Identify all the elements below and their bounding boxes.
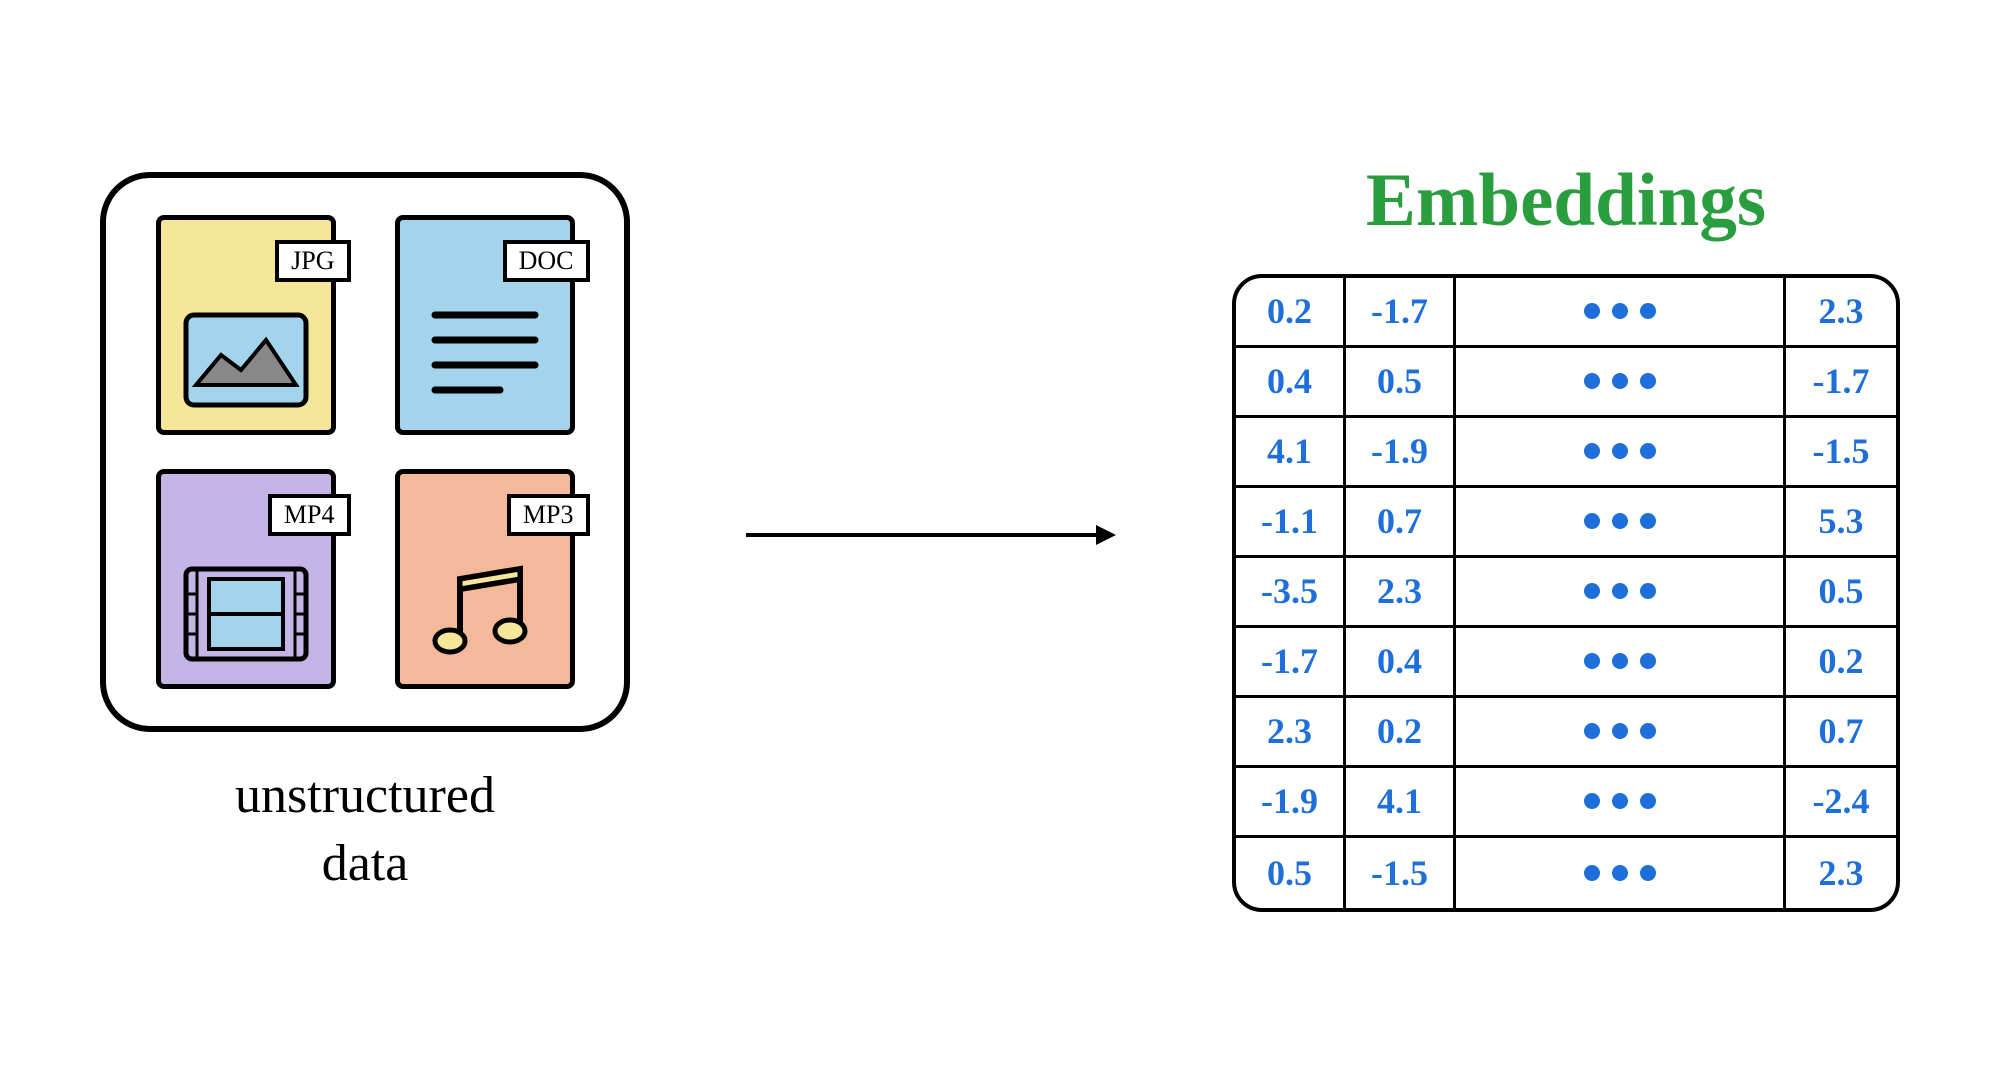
file-mp3-label: MP3 — [507, 494, 590, 536]
file-mp4: MP4 — [136, 462, 355, 696]
table-row: 4.1 -1.9 -1.5 — [1236, 418, 1896, 488]
emb-cell: 0.5 — [1236, 838, 1346, 908]
emb-cell: 0.2 — [1346, 698, 1456, 765]
emb-cell: 0.7 — [1346, 488, 1456, 555]
emb-cell: 5.3 — [1786, 488, 1896, 555]
emb-cell-dots — [1456, 838, 1786, 908]
caption-line-2: data — [235, 830, 495, 898]
emb-cell: 2.3 — [1786, 838, 1896, 908]
table-row: 0.4 0.5 -1.7 — [1236, 348, 1896, 418]
file-box: JPG DOC — [100, 172, 630, 732]
table-row: -1.1 0.7 5.3 — [1236, 488, 1896, 558]
emb-cell: 0.4 — [1346, 628, 1456, 695]
emb-cell: 0.5 — [1786, 558, 1896, 625]
file-doc-label: DOC — [503, 240, 590, 282]
emb-cell-dots — [1456, 628, 1786, 695]
file-mp3: MP3 — [375, 462, 594, 696]
emb-cell-dots — [1456, 418, 1786, 485]
file-mp4-label: MP4 — [268, 494, 351, 536]
emb-cell: -1.5 — [1786, 418, 1896, 485]
ellipsis-icon — [1584, 865, 1656, 881]
file-jpg: JPG — [136, 208, 355, 442]
emb-cell: -1.9 — [1346, 418, 1456, 485]
ellipsis-icon — [1584, 793, 1656, 809]
arrow — [741, 515, 1121, 555]
table-row: -1.9 4.1 -2.4 — [1236, 768, 1896, 838]
emb-cell: -1.7 — [1786, 348, 1896, 415]
ellipsis-icon — [1584, 303, 1656, 319]
video-icon — [181, 564, 311, 669]
embeddings-title: Embeddings — [1366, 158, 1766, 244]
emb-cell-dots — [1456, 558, 1786, 625]
arrow-icon — [741, 515, 1121, 555]
table-row: -1.7 0.4 0.2 — [1236, 628, 1896, 698]
emb-cell-dots — [1456, 348, 1786, 415]
emb-cell: 2.3 — [1236, 698, 1346, 765]
emb-cell-dots — [1456, 278, 1786, 345]
emb-cell: 0.7 — [1786, 698, 1896, 765]
emb-cell: 4.1 — [1236, 418, 1346, 485]
emb-cell: 2.3 — [1346, 558, 1456, 625]
emb-cell: 0.2 — [1236, 278, 1346, 345]
emb-cell: 4.1 — [1346, 768, 1456, 835]
table-row: 0.2 -1.7 2.3 — [1236, 278, 1896, 348]
ellipsis-icon — [1584, 723, 1656, 739]
table-row: 2.3 0.2 0.7 — [1236, 698, 1896, 768]
ellipsis-icon — [1584, 583, 1656, 599]
emb-cell: -1.7 — [1346, 278, 1456, 345]
table-row: -3.5 2.3 0.5 — [1236, 558, 1896, 628]
unstructured-data-section: JPG DOC — [100, 172, 630, 897]
file-doc: DOC — [375, 208, 594, 442]
table-row: 0.5 -1.5 2.3 — [1236, 838, 1896, 908]
emb-cell: -1.7 — [1236, 628, 1346, 695]
ellipsis-icon — [1584, 653, 1656, 669]
emb-cell: 2.3 — [1786, 278, 1896, 345]
emb-cell-dots — [1456, 488, 1786, 555]
emb-cell: -1.1 — [1236, 488, 1346, 555]
emb-cell: 0.5 — [1346, 348, 1456, 415]
emb-cell: -2.4 — [1786, 768, 1896, 835]
unstructured-data-caption: unstructured data — [235, 762, 495, 897]
emb-cell-dots — [1456, 768, 1786, 835]
emb-cell-dots — [1456, 698, 1786, 765]
embeddings-section: Embeddings 0.2 -1.7 2.3 0.4 0.5 -1.7 4.1… — [1232, 158, 1900, 912]
emb-cell: -1.9 — [1236, 768, 1346, 835]
caption-line-1: unstructured — [235, 762, 495, 830]
ellipsis-icon — [1584, 443, 1656, 459]
embeddings-table: 0.2 -1.7 2.3 0.4 0.5 -1.7 4.1 -1.9 -1.5 — [1232, 274, 1900, 912]
document-icon — [420, 300, 550, 415]
ellipsis-icon — [1584, 513, 1656, 529]
file-jpg-label: JPG — [275, 240, 350, 282]
ellipsis-icon — [1584, 373, 1656, 389]
emb-cell: -3.5 — [1236, 558, 1346, 625]
emb-cell: 0.4 — [1236, 348, 1346, 415]
emb-cell: 0.2 — [1786, 628, 1896, 695]
image-icon — [181, 310, 311, 415]
emb-cell: -1.5 — [1346, 838, 1456, 908]
audio-icon — [425, 554, 545, 669]
